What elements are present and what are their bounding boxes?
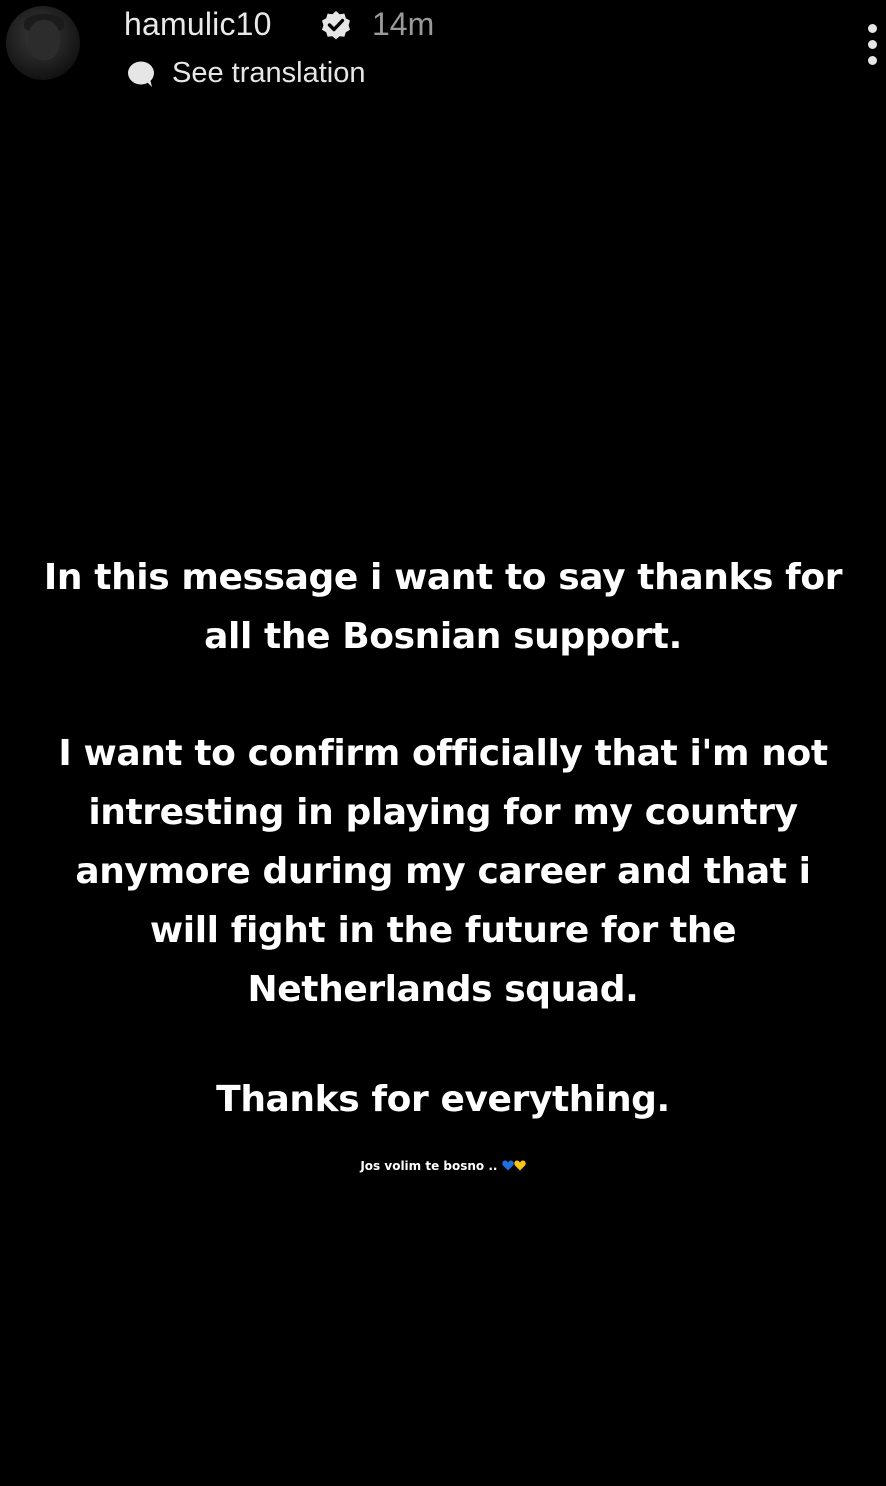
more-dot bbox=[868, 40, 877, 49]
message-paragraph-2: I want to confirm officially that i'm no… bbox=[0, 724, 886, 1019]
avatar-face bbox=[28, 20, 60, 60]
speech-bubble-icon[interactable] bbox=[126, 60, 156, 88]
blue-heart-icon bbox=[501, 1160, 514, 1171]
message-paragraph-1: In this message i want to say thanks for… bbox=[0, 548, 886, 666]
more-options-icon[interactable] bbox=[862, 22, 882, 68]
more-dot bbox=[868, 24, 877, 33]
see-translation-button[interactable]: See translation bbox=[172, 54, 365, 92]
signoff-line: Jos volim te bosno .. bbox=[0, 1156, 886, 1176]
story-header: hamulic10 14m See translation bbox=[0, 0, 886, 100]
profile-avatar[interactable] bbox=[6, 6, 80, 80]
message-paragraph-3: Thanks for everything. bbox=[0, 1070, 886, 1129]
signoff-text: Jos volim te bosno .. bbox=[360, 1159, 498, 1173]
message-text: Thanks for everything. bbox=[216, 1079, 670, 1120]
message-text: In this message i want to say thanks for… bbox=[43, 557, 843, 657]
more-dot bbox=[868, 56, 877, 65]
verified-badge-icon bbox=[322, 11, 350, 40]
yellow-heart-icon bbox=[513, 1160, 526, 1171]
username-link[interactable]: hamulic10 bbox=[124, 4, 272, 44]
story-viewer[interactable]: hamulic10 14m See translation In this me… bbox=[0, 0, 886, 1486]
message-text: I want to confirm officially that i'm no… bbox=[58, 733, 828, 1010]
story-timestamp: 14m bbox=[372, 6, 435, 42]
